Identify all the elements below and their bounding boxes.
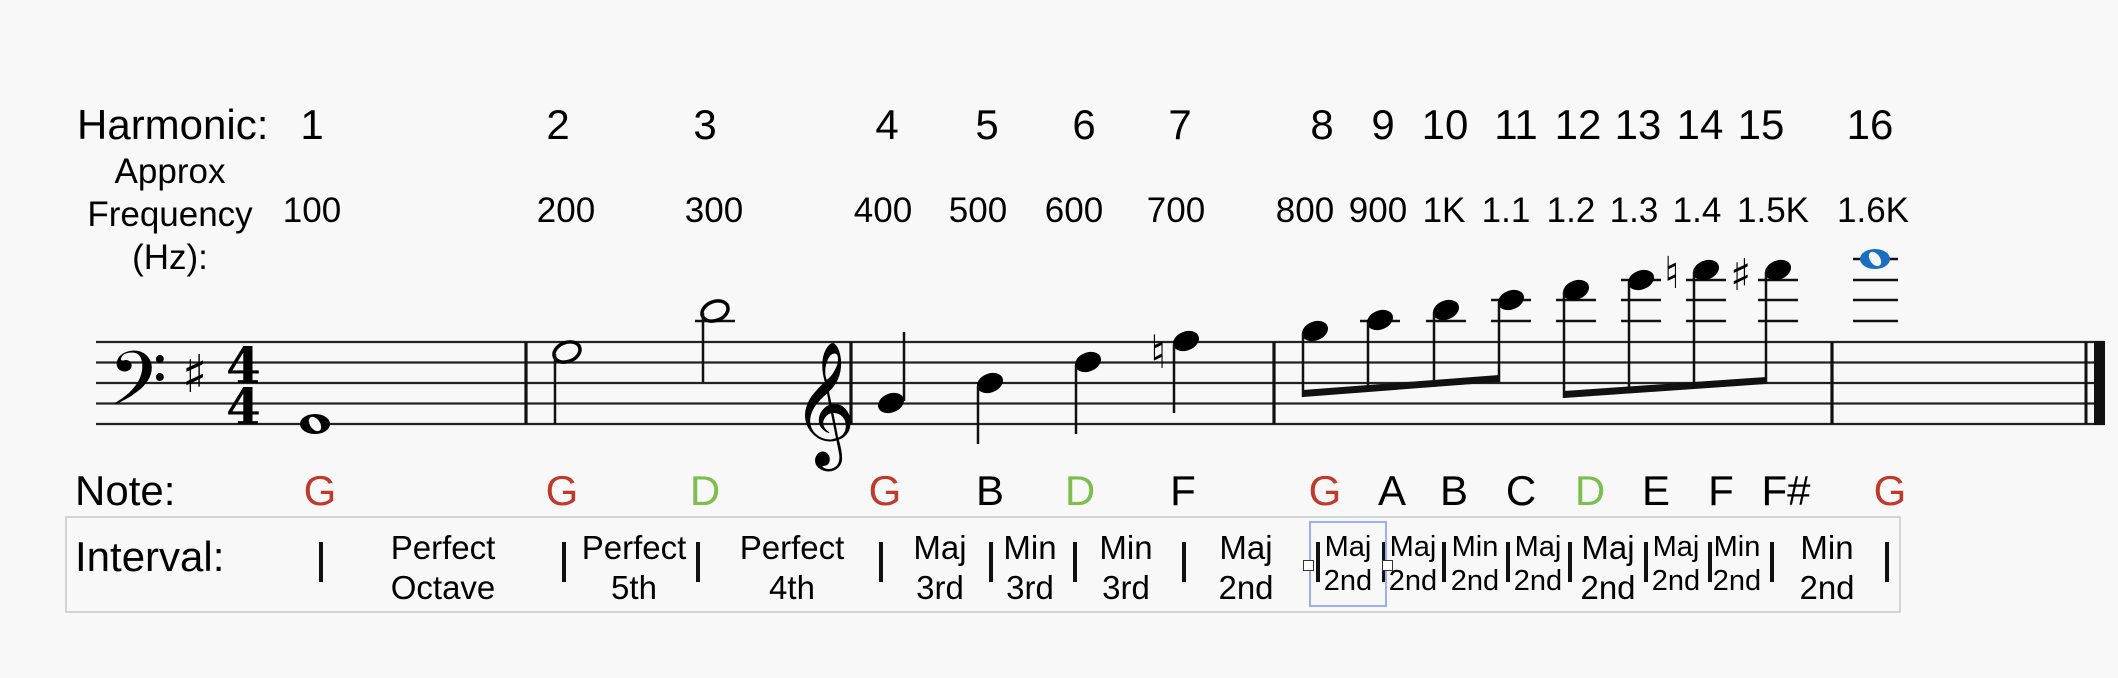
interval-value: Maj 2nd	[1514, 530, 1562, 598]
interval-text-line: Perfect	[581, 529, 687, 566]
interval-separator	[1182, 542, 1186, 582]
interval-separator	[319, 542, 323, 582]
beam	[1303, 375, 1499, 397]
interval-separator	[1885, 542, 1889, 582]
interval-separator	[1708, 542, 1712, 582]
interval-value: Min 3rd	[1003, 528, 1056, 608]
note-name: F	[1708, 467, 1734, 514]
note-name: B	[1439, 467, 1469, 514]
interval-separator	[562, 542, 566, 582]
interval-value: Perfect Octave	[391, 528, 496, 608]
interval-text-line: 2nd	[1450, 565, 1500, 597]
final-barline-thick	[2094, 341, 2105, 425]
interval-text-line: 2nd	[1513, 565, 1563, 597]
resize-handle-left[interactable]	[1303, 560, 1314, 571]
treble-clef-icon: 𝄞	[792, 341, 856, 471]
interval-value: Min 2nd	[1713, 530, 1761, 598]
note-name: D	[1064, 467, 1096, 514]
sharp-sign-icon: ♯	[1730, 250, 1751, 301]
interval-value: Maj 3rd	[913, 528, 966, 608]
beam	[1564, 377, 1766, 398]
interval-text-line: 2nd	[1580, 569, 1636, 606]
interval-value: Maj 2nd	[1652, 530, 1700, 598]
interval-text-line: 2nd	[1388, 565, 1438, 597]
note-name: E	[1641, 467, 1671, 514]
interval-text-line: Min	[1713, 531, 1761, 563]
interval-text-line: 2nd	[1218, 569, 1274, 606]
key-signature-sharp-icon: ♯	[182, 345, 207, 405]
interval-separator	[1506, 542, 1510, 582]
note-name: A	[1377, 467, 1407, 514]
resize-handle-right[interactable]	[1382, 560, 1393, 571]
note-name: D	[689, 467, 721, 514]
interval-separator	[879, 542, 883, 582]
interval-text-line: Maj	[1652, 531, 1700, 563]
note-row-label: Note:	[75, 467, 176, 514]
interval-text-line: Min	[1800, 529, 1854, 566]
note-name: G	[1308, 467, 1342, 514]
interval-text-line: 2nd	[1799, 569, 1855, 606]
interval-text-line: Perfect	[739, 529, 845, 566]
interval-separator	[1073, 542, 1077, 582]
interval-value: Min 3rd	[1099, 528, 1152, 608]
interval-text-line: Min	[1099, 529, 1153, 566]
note-name: G	[1873, 467, 1907, 514]
interval-text-line: Min	[1451, 531, 1499, 563]
interval-separator	[1644, 542, 1648, 582]
note-name: C	[1505, 467, 1537, 514]
interval-value: Maj 2nd	[1218, 528, 1273, 608]
natural-sign-icon: ♮	[1150, 325, 1166, 379]
note-name: B	[975, 467, 1005, 514]
interval-value: Maj 2nd	[1580, 528, 1635, 608]
interval-text-line: 4th	[769, 569, 815, 606]
interval-separator	[1442, 542, 1446, 582]
interval-separator	[696, 542, 700, 582]
interval-text-line: 3rd	[916, 569, 964, 606]
interval-text-line: 2nd	[1651, 565, 1701, 597]
interval-separator	[989, 542, 993, 582]
note-name: G	[868, 467, 902, 514]
interval-value: Min 2nd	[1799, 528, 1854, 608]
bass-clef-icon: 𝄢	[108, 335, 167, 442]
interval-text-line: Maj	[1581, 529, 1635, 566]
natural-sign-icon: ♮	[1664, 248, 1680, 299]
interval-text-line: Maj	[1514, 531, 1562, 563]
note-name: D	[1574, 467, 1606, 514]
interval-text-line: Perfect	[390, 529, 496, 566]
note-name: G	[303, 467, 337, 514]
interval-value: Maj 2nd	[1389, 530, 1437, 598]
note-name: F#	[1761, 467, 1811, 514]
note-name: F	[1170, 467, 1196, 514]
notehead	[877, 392, 905, 414]
interval-value: Min 2nd	[1451, 530, 1499, 598]
interval-row-label: Interval:	[75, 533, 225, 580]
interval-text-line: Maj	[913, 529, 967, 566]
interval-text-line: Maj	[1389, 531, 1437, 563]
interval-text-line: 5th	[611, 569, 657, 606]
interval-separator	[1568, 542, 1572, 582]
interval-value: Perfect 5th	[582, 528, 687, 608]
interval-text-line: 2nd	[1712, 565, 1762, 597]
interval-text-line: 3rd	[1006, 569, 1054, 606]
interval-text-line: Min	[1003, 529, 1057, 566]
interval-text-line: Maj	[1219, 529, 1273, 566]
interval-text-line: 3rd	[1102, 569, 1150, 606]
note-name: G	[545, 467, 579, 514]
interval-text-line: Octave	[390, 569, 496, 606]
interval-value: Perfect 4th	[740, 528, 845, 608]
time-signature-bottom: 4	[226, 377, 261, 436]
interval-separator	[1770, 542, 1774, 582]
selected-text-box[interactable]	[1309, 521, 1387, 607]
